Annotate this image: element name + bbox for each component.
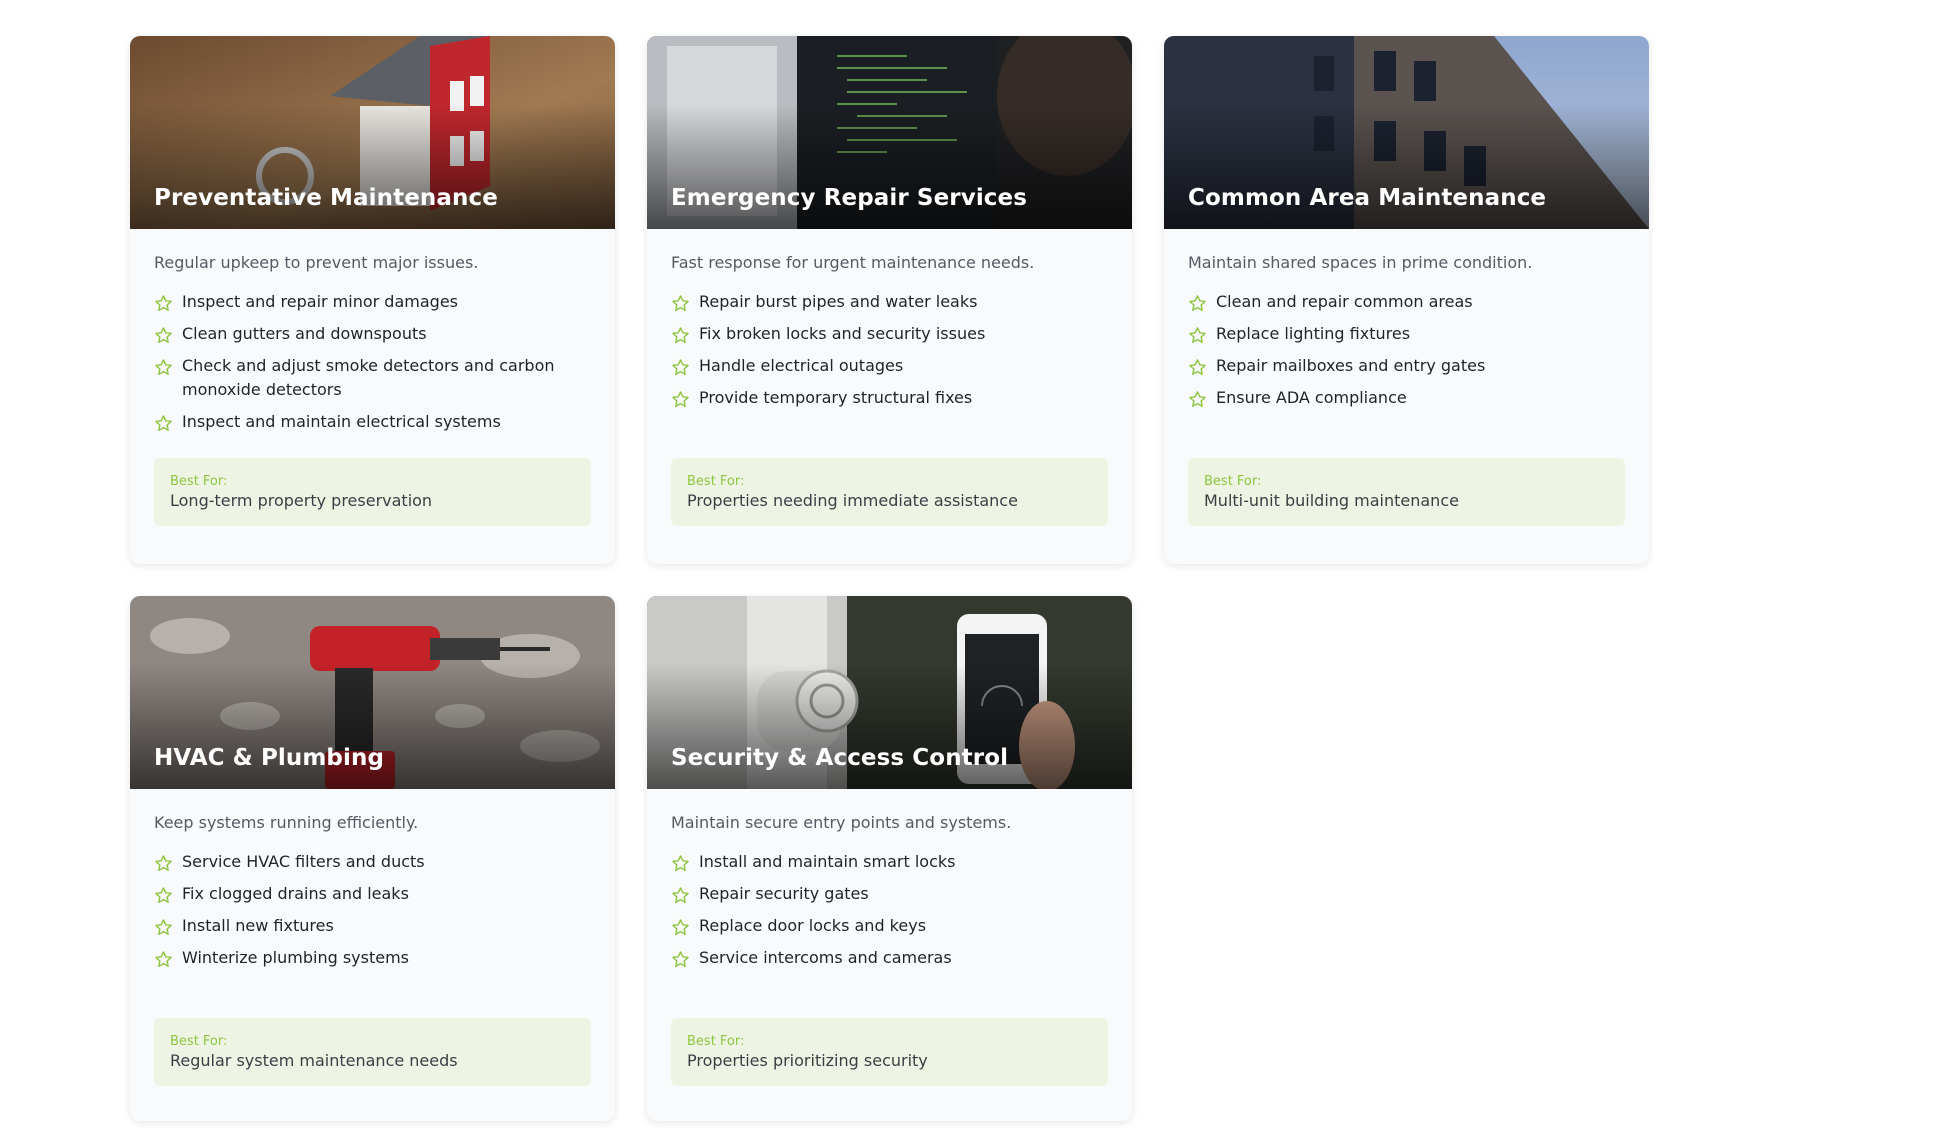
card-description: Fast response for urgent maintenance nee… xyxy=(671,253,1035,272)
card-title: Emergency Repair Services xyxy=(671,185,1028,211)
card-description: Regular upkeep to prevent major issues. xyxy=(154,253,479,272)
best-for-label: Best For: xyxy=(170,474,228,489)
star-outline-icon xyxy=(672,855,689,871)
feature-list: Service HVAC filters and ducts Fix clogg… xyxy=(154,850,591,998)
feature-item: Service intercoms and cameras xyxy=(671,946,1108,970)
star-outline-icon xyxy=(672,295,689,311)
feature-item: Inspect and repair minor damages xyxy=(154,290,591,314)
card-title: Preventative Maintenance xyxy=(154,185,498,211)
services-grid: Preventative Maintenance Regular upkeep … xyxy=(130,36,1649,1121)
best-for-box: Best For: Properties needing immediate a… xyxy=(671,458,1108,526)
feature-item: Winterize plumbing systems xyxy=(154,946,591,970)
card-hero-image: HVAC & Plumbing xyxy=(130,596,615,789)
best-for-box: Best For: Properties prioritizing securi… xyxy=(671,1018,1108,1086)
feature-item: Handle electrical outages xyxy=(671,354,1108,378)
feature-item: Replace lighting fixtures xyxy=(1188,322,1625,346)
feature-list: Inspect and repair minor damages Clean g… xyxy=(154,290,591,438)
best-for-box: Best For: Multi-unit building maintenanc… xyxy=(1188,458,1625,526)
star-outline-icon xyxy=(672,327,689,343)
feature-list: Clean and repair common areas Replace li… xyxy=(1188,290,1625,438)
best-for-box: Best For: Regular system maintenance nee… xyxy=(154,1018,591,1086)
star-outline-icon xyxy=(155,415,172,431)
card-description: Maintain secure entry points and systems… xyxy=(671,813,1012,832)
star-outline-icon xyxy=(155,919,172,935)
best-for-label: Best For: xyxy=(170,1034,228,1049)
best-for-value: Properties needing immediate assistance xyxy=(687,491,1018,510)
star-outline-icon xyxy=(155,887,172,903)
service-card-common-area-maintenance: Common Area Maintenance Maintain shared … xyxy=(1164,36,1649,564)
star-outline-icon xyxy=(1189,391,1206,407)
feature-item: Install and maintain smart locks xyxy=(671,850,1108,874)
star-outline-icon xyxy=(1189,295,1206,311)
star-outline-icon xyxy=(672,391,689,407)
card-description: Maintain shared spaces in prime conditio… xyxy=(1188,253,1533,272)
star-outline-icon xyxy=(155,359,172,375)
card-title: Security & Access Control xyxy=(671,745,1009,771)
star-outline-icon xyxy=(155,295,172,311)
feature-item: Check and adjust smoke detectors and car… xyxy=(154,354,591,402)
best-for-label: Best For: xyxy=(1204,474,1262,489)
feature-item: Ensure ADA compliance xyxy=(1188,386,1625,410)
feature-item: Install new fixtures xyxy=(154,914,591,938)
star-outline-icon xyxy=(672,951,689,967)
service-card-hvac-plumbing: HVAC & Plumbing Keep systems running eff… xyxy=(130,596,615,1121)
card-title: HVAC & Plumbing xyxy=(154,745,385,771)
feature-list: Install and maintain smart locks Repair … xyxy=(671,850,1108,998)
feature-item: Repair mailboxes and entry gates xyxy=(1188,354,1625,378)
feature-list: Repair burst pipes and water leaks Fix b… xyxy=(671,290,1108,438)
card-hero-image: Emergency Repair Services xyxy=(647,36,1132,229)
feature-item: Repair security gates xyxy=(671,882,1108,906)
best-for-value: Long-term property preservation xyxy=(170,491,433,510)
service-card-security-access-control: Security & Access Control Maintain secur… xyxy=(647,596,1132,1121)
best-for-label: Best For: xyxy=(687,474,745,489)
best-for-box: Best For: Long-term property preservatio… xyxy=(154,458,591,526)
best-for-value: Properties prioritizing security xyxy=(687,1051,928,1070)
star-outline-icon xyxy=(1189,327,1206,343)
card-description: Keep systems running efficiently. xyxy=(154,813,419,832)
feature-item: Provide temporary structural fixes xyxy=(671,386,1108,410)
feature-item: Inspect and maintain electrical systems xyxy=(154,410,591,434)
star-outline-icon xyxy=(155,855,172,871)
feature-item: Replace door locks and keys xyxy=(671,914,1108,938)
best-for-label: Best For: xyxy=(687,1034,745,1049)
star-outline-icon xyxy=(1189,359,1206,375)
star-outline-icon xyxy=(672,887,689,903)
feature-item: Fix clogged drains and leaks xyxy=(154,882,591,906)
card-hero-image: Security & Access Control xyxy=(647,596,1132,789)
feature-item: Fix broken locks and security issues xyxy=(671,322,1108,346)
feature-item: Clean gutters and downspouts xyxy=(154,322,591,346)
best-for-value: Multi-unit building maintenance xyxy=(1204,491,1459,510)
best-for-value: Regular system maintenance needs xyxy=(170,1051,458,1070)
card-hero-image: Preventative Maintenance xyxy=(130,36,615,229)
service-card-preventative-maintenance: Preventative Maintenance Regular upkeep … xyxy=(130,36,615,564)
star-outline-icon xyxy=(155,951,172,967)
star-outline-icon xyxy=(155,327,172,343)
star-outline-icon xyxy=(672,359,689,375)
feature-item: Repair burst pipes and water leaks xyxy=(671,290,1108,314)
service-card-emergency-repair: Emergency Repair Services Fast response … xyxy=(647,36,1132,564)
card-hero-image: Common Area Maintenance xyxy=(1164,36,1649,229)
feature-item: Service HVAC filters and ducts xyxy=(154,850,591,874)
card-title: Common Area Maintenance xyxy=(1188,185,1547,211)
feature-item: Clean and repair common areas xyxy=(1188,290,1625,314)
star-outline-icon xyxy=(672,919,689,935)
